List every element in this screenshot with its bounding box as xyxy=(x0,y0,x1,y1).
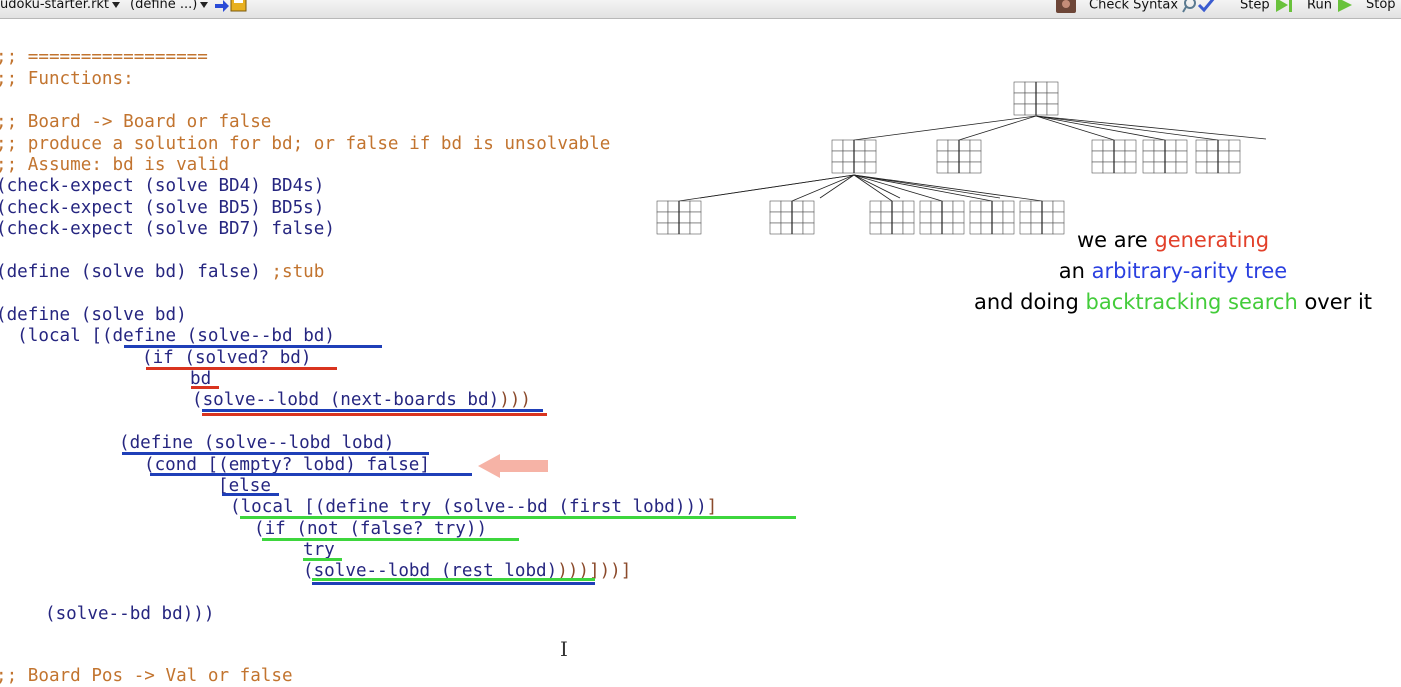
tree-edge xyxy=(853,174,1043,202)
board-node xyxy=(831,139,877,174)
annotation-line-2: an arbitrary-arity tree xyxy=(1058,259,1288,283)
board-node xyxy=(1195,139,1241,174)
tree-edge xyxy=(853,174,993,202)
board-node xyxy=(1013,81,1059,116)
search-tree-diagram xyxy=(656,81,1267,235)
board-node xyxy=(656,200,702,235)
tree-edge xyxy=(853,174,1001,199)
board-node xyxy=(936,139,982,174)
board-node xyxy=(769,200,815,235)
board-node xyxy=(1091,139,1137,174)
annotation-line-1: we are generating xyxy=(1076,228,1270,252)
tree-edge xyxy=(853,115,1037,141)
board-node xyxy=(1142,139,1188,174)
board-node xyxy=(869,200,915,235)
tree-edge xyxy=(958,115,1037,141)
text-cursor-icon: I xyxy=(560,637,568,661)
tree-edge xyxy=(791,174,855,202)
tree-edge xyxy=(1035,115,1219,141)
tree-edge xyxy=(819,174,855,199)
tree-edge xyxy=(699,174,855,199)
tree-edge xyxy=(1035,115,1267,140)
annotation: we are generating an arbitrary-arity tre… xyxy=(950,225,1396,318)
annotation-line-3: and doing backtracking search over it xyxy=(973,290,1373,314)
tree-edge xyxy=(1035,115,1166,141)
